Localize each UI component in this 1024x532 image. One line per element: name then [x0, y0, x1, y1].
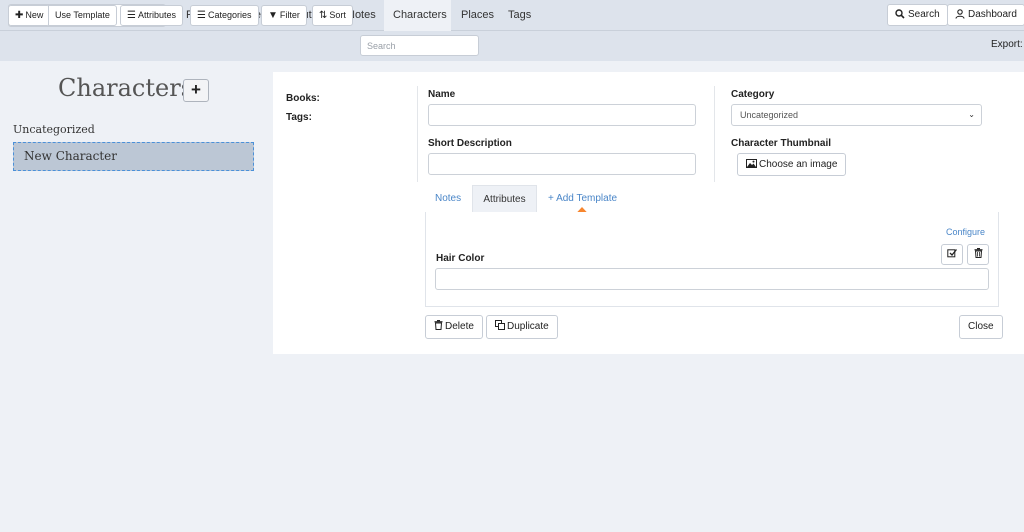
sort-icon: ⇅: [319, 10, 328, 21]
image-icon: [746, 159, 757, 168]
divider: [417, 86, 418, 182]
tab-characters[interactable]: Characters: [384, 0, 451, 31]
attributes-button-label: Attributes: [137, 10, 176, 20]
tab-notes-editor[interactable]: Notes: [425, 185, 471, 212]
trash-icon: [434, 320, 443, 330]
list-icon: ☰: [127, 10, 136, 21]
divider: [714, 86, 715, 182]
attribute-label: Hair Color: [436, 253, 485, 264]
new-button[interactable]: ✚ New: [8, 5, 51, 26]
categories-button-label: Categories: [207, 10, 252, 20]
edit-icon: [947, 249, 958, 258]
filter-icon: ▼: [268, 10, 278, 21]
use-template-button[interactable]: Use Template: [48, 5, 117, 26]
short-description-field[interactable]: [428, 153, 696, 175]
search-button[interactable]: Search: [887, 4, 948, 26]
delete-button-label: Delete: [445, 321, 474, 332]
tags-label: Tags:: [286, 112, 312, 123]
characters-heading: Characters: [58, 74, 193, 102]
delete-attribute-button[interactable]: [967, 244, 989, 265]
delete-button[interactable]: Delete: [425, 315, 483, 339]
filter-button[interactable]: ▼ Filter: [261, 5, 307, 26]
name-label: Name: [428, 89, 456, 100]
chevron-down-icon: ⌄: [968, 110, 975, 119]
character-list-item[interactable]: New Character: [13, 142, 254, 171]
category-label: Category: [731, 89, 775, 100]
dashboard-button-label: Dashboard: [968, 9, 1017, 20]
toolbar: [0, 31, 1024, 61]
choose-image-button[interactable]: Choose an image: [737, 153, 847, 176]
category-select-value: Uncategorized: [740, 110, 799, 120]
duplicate-button-label: Duplicate: [507, 321, 549, 332]
dashboard-button[interactable]: Dashboard: [947, 4, 1024, 26]
new-button-label: New: [25, 10, 44, 20]
thumbnail-label: Character Thumbnail: [731, 138, 832, 149]
category-select[interactable]: Uncategorized ⌄: [731, 104, 982, 126]
search-button-label: Search: [908, 9, 940, 20]
sort-button-label: Sort: [329, 10, 346, 20]
trash-icon: [974, 248, 982, 258]
category-group-label: Uncategorized: [13, 123, 95, 136]
books-label: Books:: [286, 93, 320, 104]
sort-button[interactable]: ⇅ Sort: [312, 5, 353, 26]
attributes-button[interactable]: ☰ Attributes: [120, 5, 183, 26]
tab-attributes[interactable]: Attributes: [472, 185, 537, 212]
edit-attribute-button[interactable]: [941, 244, 963, 265]
user-icon: [955, 9, 965, 19]
filter-button-label: Filter: [279, 10, 300, 20]
hair-color-field[interactable]: [435, 268, 989, 290]
export-label: Export:: [991, 39, 1023, 50]
duplicate-button[interactable]: Duplicate: [486, 315, 558, 339]
attributes-panel: [425, 212, 999, 307]
name-field[interactable]: [428, 104, 696, 126]
search-icon: [895, 9, 905, 19]
search-input[interactable]: [360, 35, 479, 56]
configure-link[interactable]: Configure: [946, 227, 985, 237]
close-button-label: Close: [968, 321, 994, 332]
list-icon: ☰: [197, 10, 206, 21]
close-button[interactable]: Close: [959, 315, 1003, 339]
categories-button[interactable]: ☰ Categories: [190, 5, 259, 26]
plus-icon: ✚: [15, 10, 24, 21]
short-description-label: Short Description: [428, 138, 512, 149]
tab-tags[interactable]: Tags: [499, 0, 540, 31]
add-character-button[interactable]: +: [183, 79, 209, 102]
use-template-label: Use Template: [55, 10, 110, 20]
tab-places[interactable]: Places: [452, 0, 503, 31]
copy-icon: [495, 320, 505, 330]
choose-image-label: Choose an image: [759, 159, 838, 170]
